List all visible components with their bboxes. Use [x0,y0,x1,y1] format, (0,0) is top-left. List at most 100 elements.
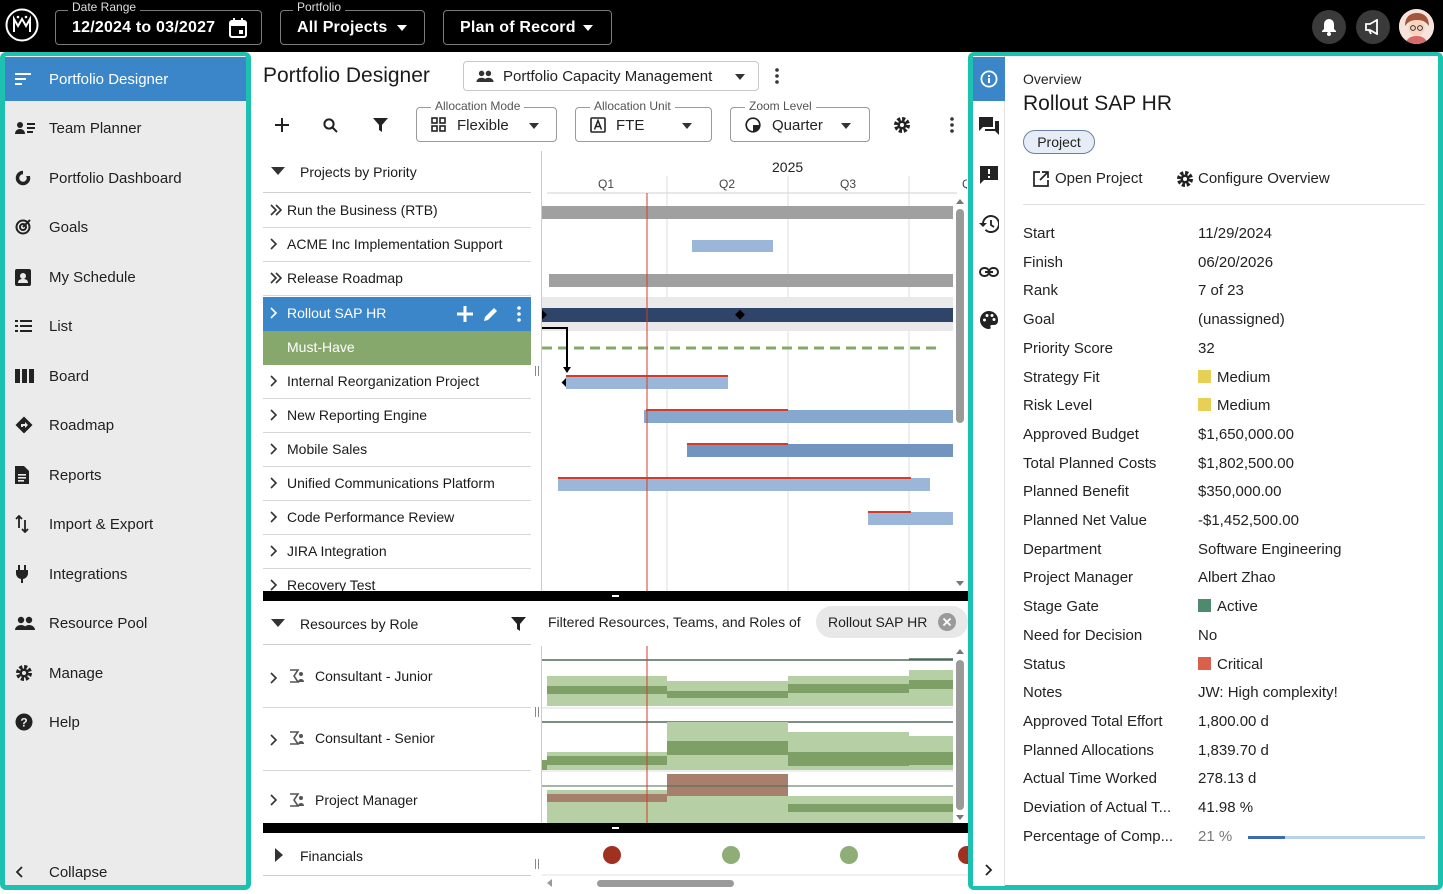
collapse-button[interactable]: Collapse [5,850,246,894]
resize-handle[interactable] [535,707,539,717]
clock-pie-icon [745,117,761,133]
links-tab[interactable] [973,250,1005,294]
field-value: Active [1198,598,1258,615]
color-swatch [1198,656,1211,670]
sidebar-item-board[interactable]: Board [5,354,246,398]
timeline-quarter: Q [962,177,967,191]
zoom-level-select[interactable]: Zoom Level Quarter [730,99,870,142]
project-row[interactable]: Run the Business (RTB) [263,194,531,228]
project-row[interactable]: Unified Communications Platform [263,467,531,501]
search-icon[interactable] [323,118,338,133]
field-value-text: $350,000.00 [1198,483,1282,501]
add-icon[interactable] [457,306,473,322]
horizontal-scrollbar[interactable] [597,880,734,887]
project-row[interactable]: JIRA Integration [263,535,531,569]
scrollbar[interactable] [956,660,964,810]
allocation-unit-select[interactable]: Allocation Unit FTE [575,99,712,142]
more-vert-icon[interactable] [517,306,521,322]
sidebar-item-help[interactable]: ? Help [5,700,246,744]
sidebar-item-manage[interactable]: Manage [5,651,246,695]
field-value-text: 41.98 % [1198,799,1254,816]
app-logo[interactable] [5,8,39,42]
panel-splitter[interactable] [263,823,968,833]
date-range-select[interactable]: Date Range 12/2024 to 03/2027 [55,0,262,45]
timeline-quarter: Q1 [598,177,615,191]
help-icon: ? [15,713,49,731]
portfolio-select[interactable]: Portfolio All Projects [280,0,425,45]
field-label: Start [1023,225,1055,242]
edit-icon[interactable] [483,306,499,322]
sidebar-item-roadmap[interactable]: Roadmap [5,403,246,447]
allocation-mode-select[interactable]: Allocation Mode Flexible [416,99,557,142]
resources-header[interactable]: Resources by Role [263,602,531,645]
sidebar-item-import-export[interactable]: Import & Export [5,502,246,546]
feedback-tab[interactable] [973,153,1005,197]
configure-overview-button[interactable]: Configure Overview [1176,170,1376,192]
add-icon[interactable] [275,118,289,132]
sidebar-item-integrations[interactable]: Integrations [5,552,246,596]
panel-ribbon [973,56,1005,886]
project-row[interactable]: Recovery Test [263,569,531,591]
comments-tab[interactable] [973,104,1005,148]
field-value-text: Software Engineering [1198,540,1342,558]
plan-select[interactable]: Plan of Record [443,10,612,45]
sidebar-item-portfolio-dashboard[interactable]: Portfolio Dashboard [5,156,246,200]
overview-field: Approved Budget $1,650,000.00 [1023,426,1433,454]
gantt-bar[interactable] [558,478,930,491]
user-avatar[interactable] [1399,9,1434,44]
sidebar-item-list[interactable]: List [5,304,246,348]
filter-icon[interactable] [373,118,388,132]
settings-icon[interactable] [893,116,911,134]
info-tab[interactable] [973,57,1005,101]
scrollbar[interactable] [956,209,964,423]
project-row[interactable]: Internal Reorganization Project [263,365,531,399]
resize-handle[interactable] [535,366,539,376]
gantt-bar[interactable] [549,274,953,287]
more-vert-icon[interactable] [950,117,954,133]
resize-handle[interactable] [535,859,539,869]
chevron-right-icon [270,545,278,557]
sidebar-item-goals[interactable]: Goals [5,205,246,249]
role-row[interactable]: Consultant - Junior [263,646,531,708]
role-row[interactable]: Project Manager [263,771,531,823]
announcements-button[interactable] [1356,10,1390,44]
sidebar-item-reports[interactable]: Reports [5,453,246,497]
expand-panel-button[interactable] [973,850,1005,890]
gantt-bar[interactable] [542,206,953,219]
gantt-bar[interactable] [692,240,773,252]
panel-splitter[interactable] [263,591,968,601]
field-value: 41.98 % [1198,799,1253,816]
history-tab[interactable] [973,202,1005,246]
financials-row[interactable]: Financials [263,834,531,876]
project-row[interactable]: Mobile Sales [263,433,531,467]
field-label: Strategy Fit [1023,368,1100,386]
sidebar-item-my-schedule[interactable]: My Schedule [5,255,246,299]
gantt-bar[interactable] [687,444,953,457]
notifications-button[interactable] [1312,10,1346,44]
sidebar-item-portfolio-designer[interactable]: Portfolio Designer [5,57,246,101]
overview-field: Actual Time Worked 278.13 d [1023,770,1433,798]
gantt-bar[interactable] [868,512,953,525]
project-row-selected[interactable]: Rollout SAP HR [263,297,531,331]
project-row[interactable]: New Reporting Engine [263,399,531,433]
close-icon[interactable] [937,612,957,632]
projects-header[interactable]: Projects by Priority [263,151,531,193]
more-vert-icon[interactable] [775,68,779,84]
sidebar-item-resource-pool[interactable]: Resource Pool [5,601,246,645]
gantt-bar[interactable] [644,410,953,423]
field-label: Total Planned Costs [1023,454,1157,472]
role-row[interactable]: Consultant - Senior [263,708,531,771]
must-have-row[interactable]: Must-Have [263,331,531,365]
timeline-year: 2025 [772,159,804,175]
filter-icon[interactable] [511,617,526,631]
appearance-tab[interactable] [973,298,1005,342]
role-icon [289,669,305,683]
gantt-bar-selected[interactable] [542,308,953,322]
project-row[interactable]: ACME Inc Implementation Support [263,228,531,262]
view-select[interactable]: Portfolio Capacity Management [463,61,759,91]
project-row[interactable]: Release Roadmap [263,262,531,296]
sidebar-item-label: Manage [49,664,104,682]
filter-chip[interactable]: Rollout SAP HR [816,606,968,638]
sidebar-item-team-planner[interactable]: Team Planner [5,106,246,150]
project-row[interactable]: Code Performance Review [263,501,531,535]
